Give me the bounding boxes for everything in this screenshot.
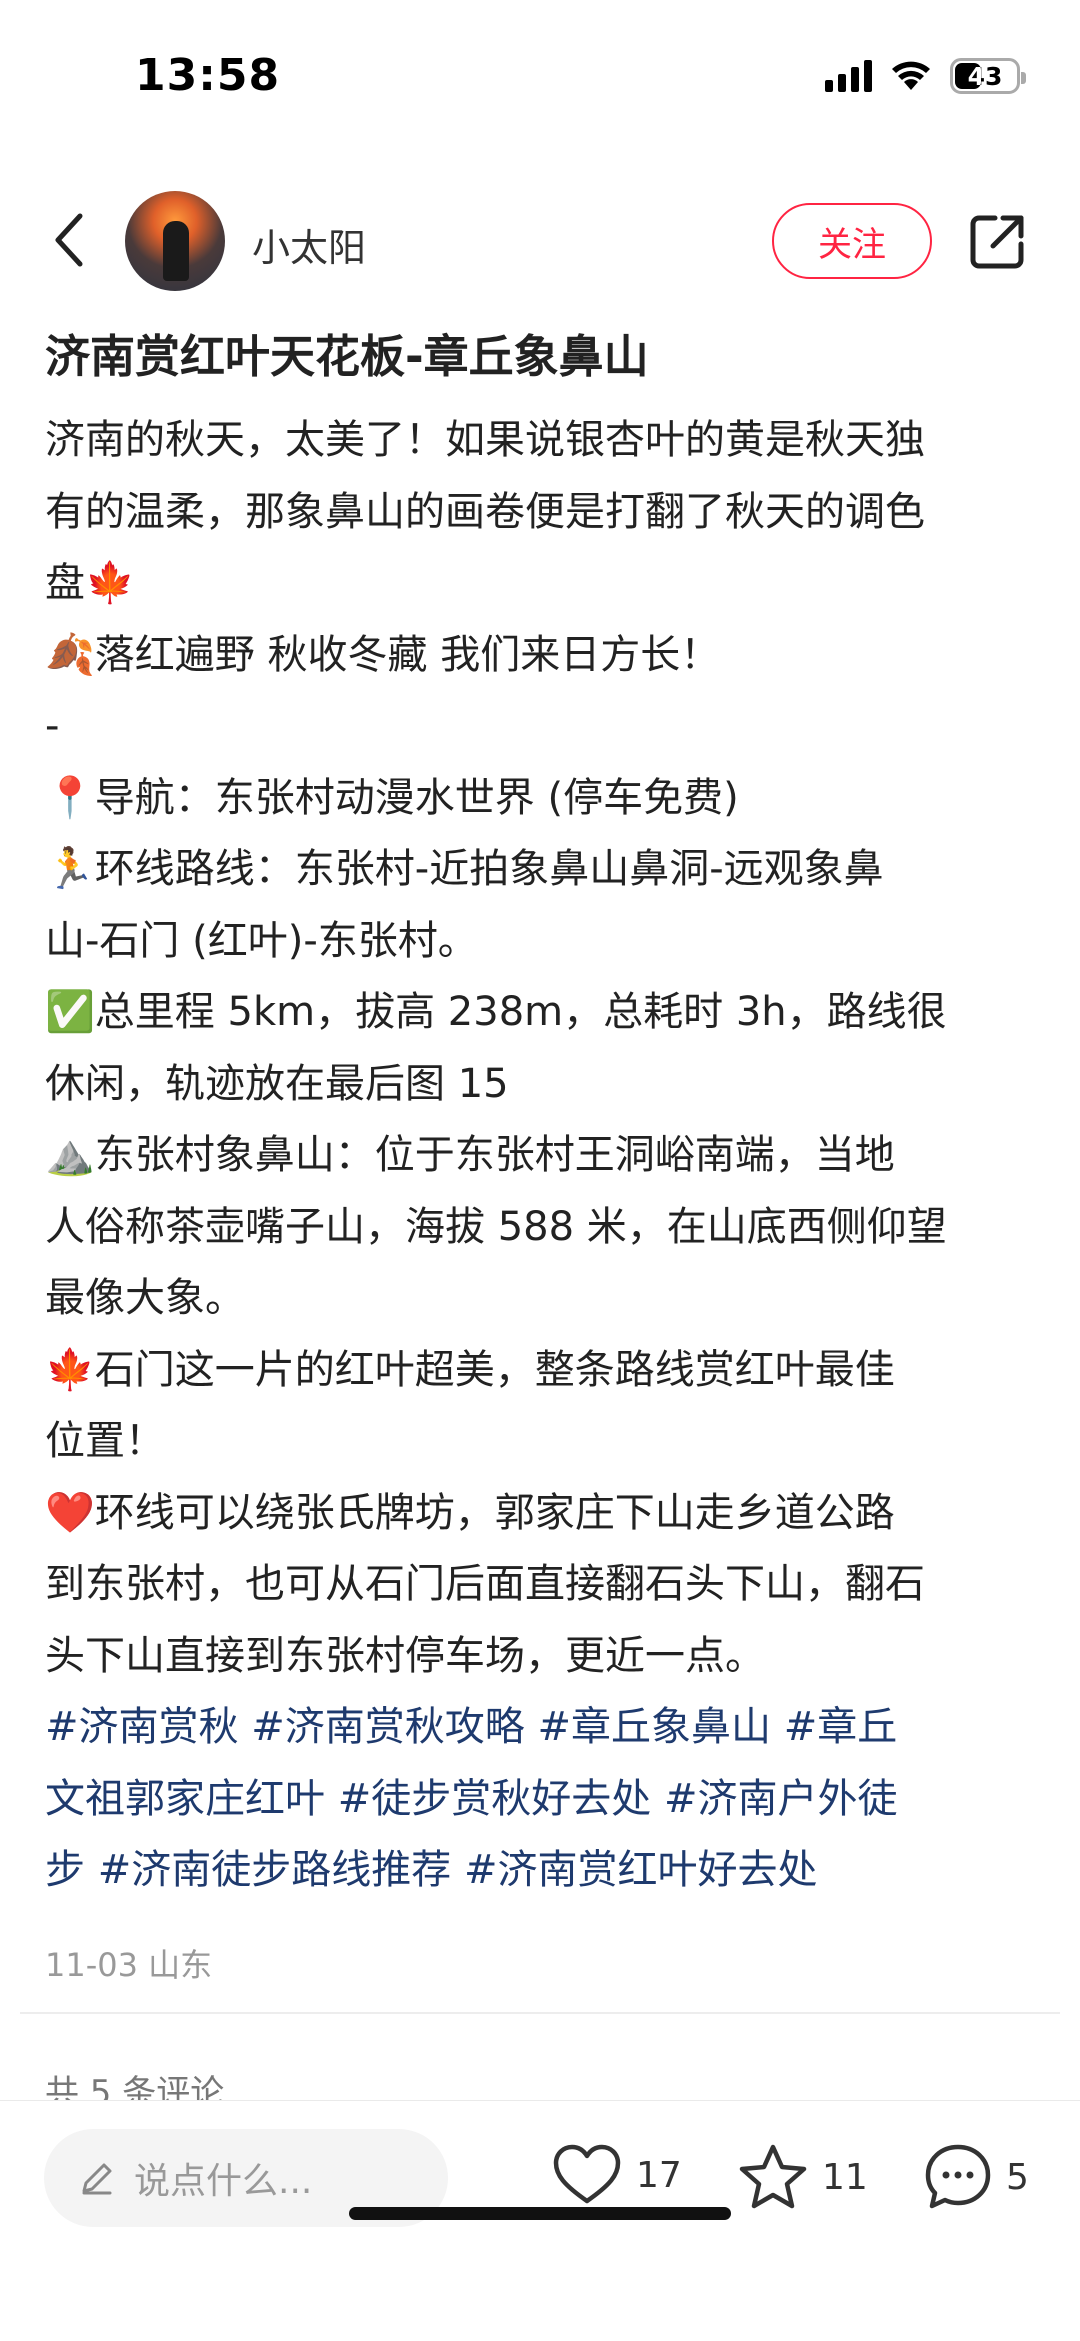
post-line: 📍导航：东张村动漫水世界 (停车免费) [45, 774, 739, 821]
post-body: 济南的秋天，太美了！如果说银杏叶的黄是秋天独 有的温柔，那象鼻山的画卷便是打翻了… [45, 405, 1035, 1907]
post-line: 人俗称茶壶嘴子山，海拔 588 米，在山底西侧仰望 [45, 1203, 947, 1250]
like-button[interactable]: 17 [552, 2143, 682, 2207]
like-count: 17 [636, 2154, 682, 2196]
post-line: ✅总里程 5km，拔高 238m，总耗时 3h，路线很 [45, 989, 947, 1035]
hashtag-link[interactable]: #章丘象鼻山 [525, 1704, 771, 1750]
comment-button[interactable]: 5 [924, 2143, 1029, 2211]
post-line: 🍂落红遍野 秋收冬藏 我们来日方长！ [45, 631, 721, 678]
hashtag-link[interactable]: #济南赏秋 [45, 1704, 239, 1750]
hashtag-link[interactable]: #章丘 [771, 1704, 898, 1750]
post-line: 有的温柔，那象鼻山的画卷便是打翻了秋天的调色 [45, 488, 925, 535]
hashtag-link[interactable]: 步 [45, 1847, 85, 1893]
hashtag-link[interactable]: #徒步赏秋好去处 [325, 1776, 652, 1822]
post-title: 济南赏红叶天花板-章丘象鼻山 [45, 330, 649, 383]
post-line: 到东张村，也可从石门后面直接翻石头下山，翻石 [45, 1561, 925, 1607]
divider [20, 2012, 1060, 2014]
post-line: 济南的秋天，太美了！如果说银杏叶的黄是秋天独 [45, 417, 925, 463]
hashtag-link[interactable]: #济南赏秋攻略 [239, 1704, 525, 1750]
follow-button[interactable]: 关注 [772, 203, 932, 279]
hashtag-line: 文祖郭家庄红叶 #徒步赏秋好去处 #济南户外徒 [45, 1764, 1035, 1836]
cellular-signal-icon [825, 60, 872, 92]
back-icon [55, 213, 83, 267]
battery-icon: 43 [950, 58, 1026, 94]
favorite-button[interactable]: 11 [738, 2143, 868, 2211]
hashtag-link[interactable]: 文祖郭家庄红叶 [45, 1776, 325, 1822]
username[interactable]: 小太阳 [252, 217, 366, 272]
favorite-count: 11 [822, 2156, 868, 2198]
post-line: ⛰️东张村象鼻山：位于东张村王洞峪南端，当地 [45, 1132, 895, 1178]
avatar-figure [163, 221, 189, 281]
hashtag-line: 步 #济南徒步路线推荐 #济南赏红叶好去处 [45, 1835, 1035, 1907]
post-line: ❤️环线可以绕张氏牌坊，郭家庄下山走乡道公路 [45, 1489, 895, 1536]
hashtag-line: #济南赏秋 #济南赏秋攻略 #章丘象鼻山 #章丘 [45, 1692, 1035, 1764]
post-line: 🍁石门这一片的红叶超美，整条路线赏红叶最佳 [45, 1346, 895, 1393]
post-line: 最像大象。 [45, 1275, 245, 1321]
post-line: 位置！ [45, 1418, 165, 1464]
post-line: - [45, 703, 60, 749]
wifi-icon [892, 61, 930, 90]
post-line: 头下山直接到东张村停车场，更近一点。 [45, 1632, 765, 1679]
post-date-location: 11-03 山东 [45, 1946, 213, 1984]
hashtag-link[interactable]: #济南赏红叶好去处 [451, 1847, 818, 1893]
hashtag-link[interactable]: #济南徒步路线推荐 [85, 1847, 452, 1893]
heart-icon [553, 2144, 621, 2204]
comment-count: 5 [1006, 2156, 1029, 2198]
status-icons: 43 [825, 58, 1026, 94]
hashtag-link[interactable]: #济南户外徒 [651, 1776, 898, 1822]
comment-placeholder: 说点什么... [134, 2161, 313, 2202]
page: 13:58 43 小太阳 关注 济南赏红叶天花板-章丘象鼻山 济南的秋天，太美了… [0, 0, 1080, 2341]
home-indicator[interactable] [349, 2207, 731, 2220]
bottom-action-bar: 说点什么... 17 11 5 [0, 2100, 1080, 2341]
post-line: 休闲，轨迹放在最后图 15 [45, 1060, 509, 1107]
share-button[interactable] [965, 210, 1029, 274]
back-button[interactable] [40, 210, 100, 270]
battery-percentage: 43 [967, 61, 1003, 91]
post-line: 盘🍁 [45, 560, 135, 606]
share-icon [970, 215, 1024, 269]
post-line: 🏃环线路线：东张村-近拍象鼻山鼻洞-远观象鼻 [45, 846, 884, 892]
battery-nub [1021, 72, 1026, 84]
post-header: 小太阳 关注 [0, 185, 1080, 295]
post-line: 山-石门 (红叶)-东张村。 [45, 917, 478, 964]
status-time: 13:58 [135, 50, 281, 101]
pencil-icon [82, 2163, 112, 2195]
avatar[interactable] [125, 191, 225, 291]
star-icon [739, 2144, 807, 2209]
status-bar: 13:58 43 [0, 0, 1080, 150]
comment-bubble-icon [925, 2144, 991, 2209]
